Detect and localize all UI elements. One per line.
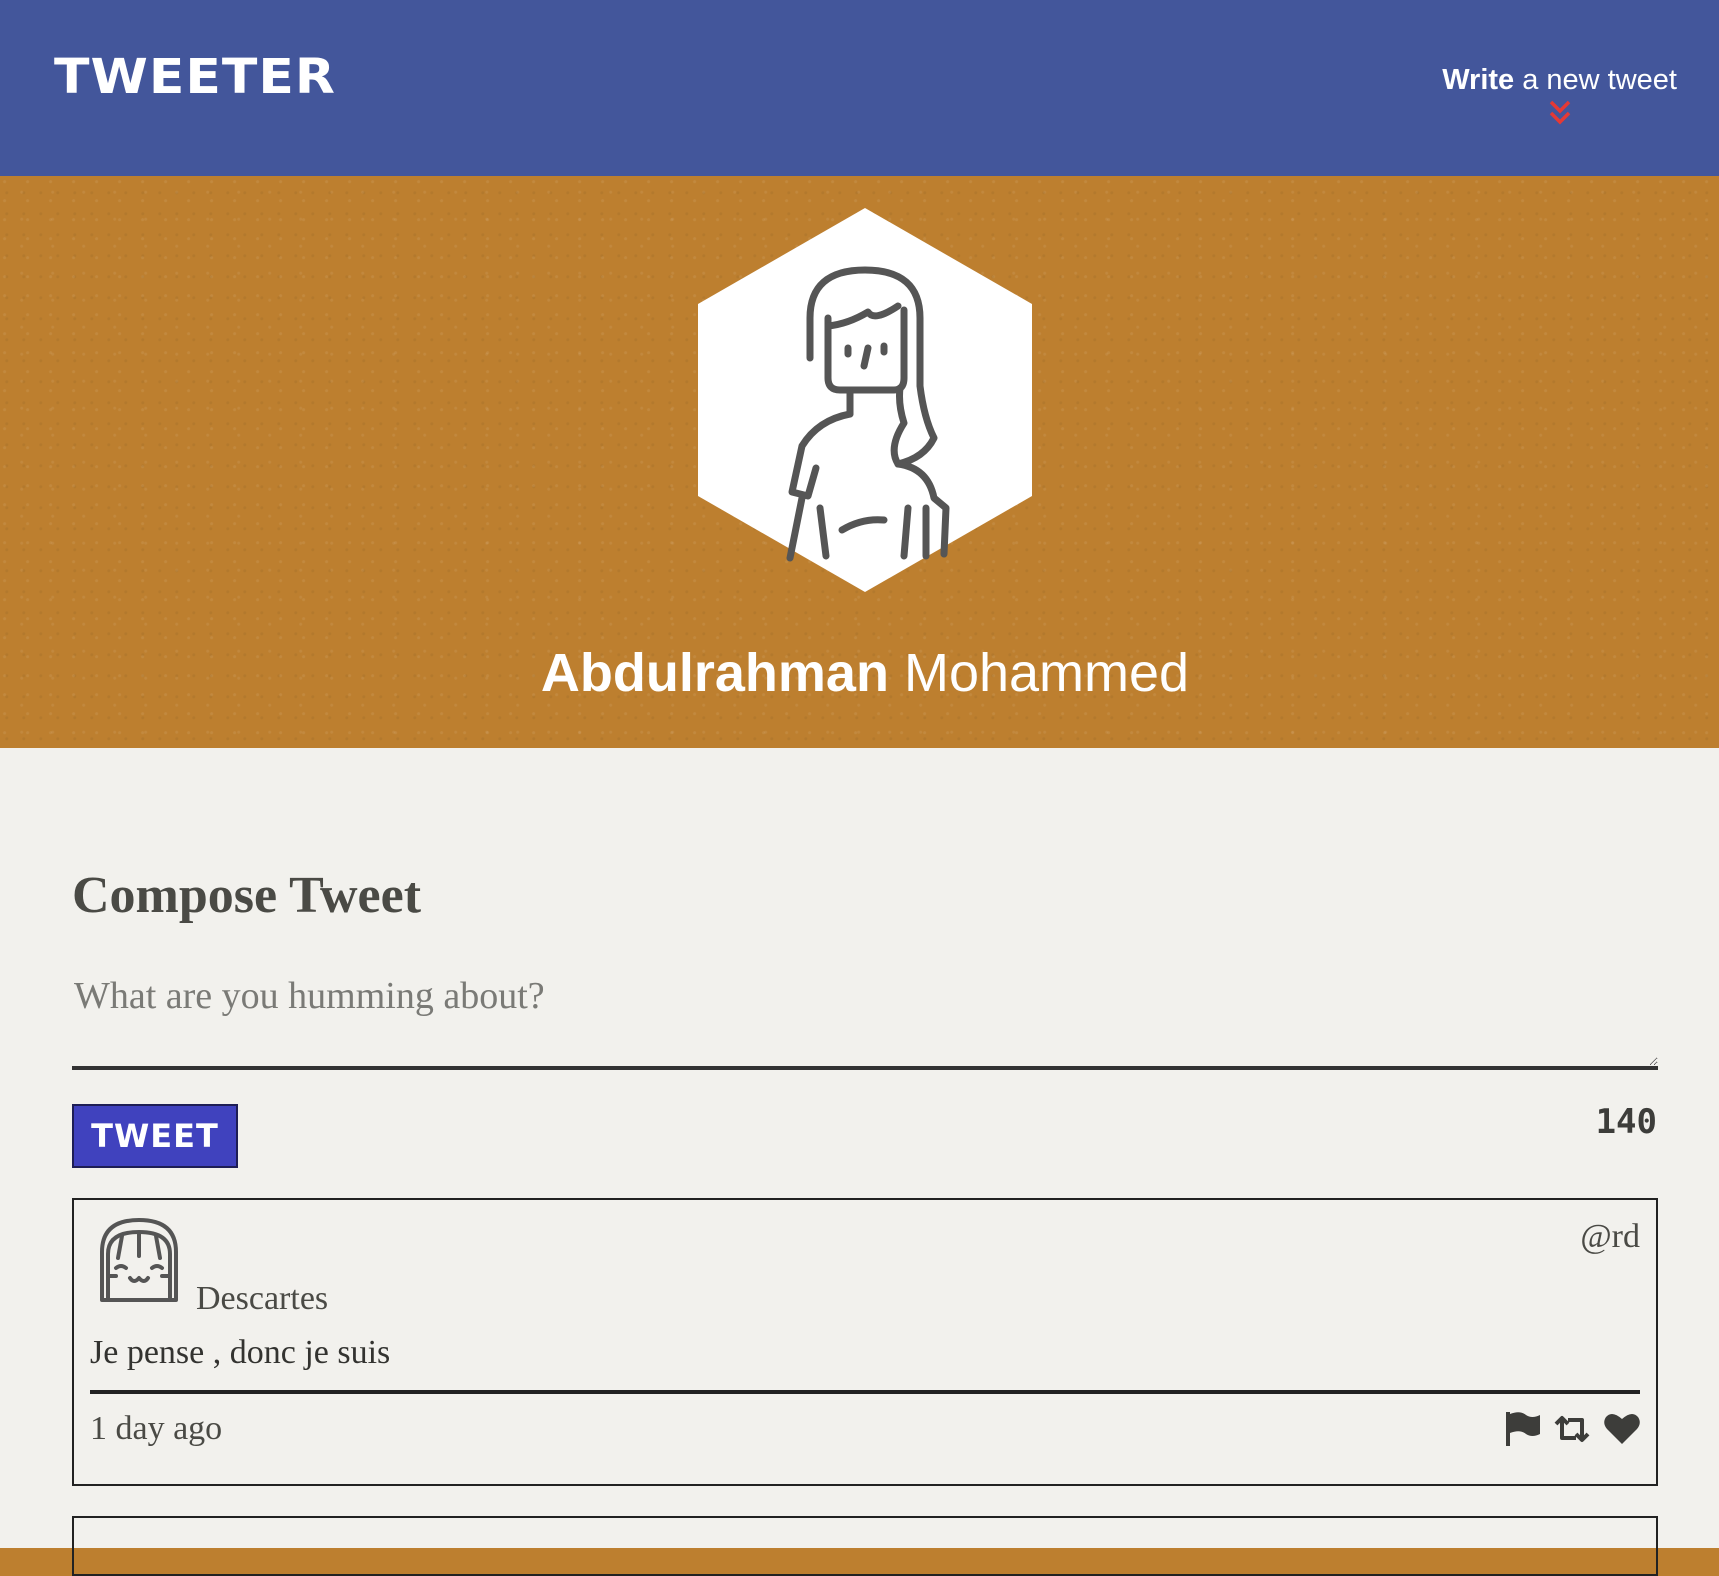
compose-title: Compose Tweet xyxy=(72,867,422,924)
profile-first-name: Abdulrahman xyxy=(540,643,889,703)
write-new-tweet-toggle[interactable]: Write a new tweet xyxy=(1442,64,1677,127)
user-avatar-icon xyxy=(100,1218,178,1302)
tweet-author-name: Descartes xyxy=(196,1280,329,1317)
tweet-card-partial xyxy=(72,1516,1658,1576)
tweet-submit-button[interactable]: TWEET xyxy=(72,1104,238,1168)
tweet-timestamp: 1 day ago xyxy=(90,1410,223,1447)
top-nav: TWEETER Write a new tweet xyxy=(0,0,1719,176)
person-avatar-icon xyxy=(698,208,1032,592)
tweet-text-input[interactable] xyxy=(72,966,1658,1070)
profile-last-name: Mohammed xyxy=(888,643,1190,703)
retweet-icon[interactable] xyxy=(1552,1410,1592,1448)
tweet-card: Descartes @rd Je pense , donc je suis 1 … xyxy=(72,1198,1658,1486)
tweet-content: Je pense , donc je suis xyxy=(90,1334,391,1371)
character-counter: 140 xyxy=(1595,1102,1657,1142)
tweet-actions xyxy=(1502,1410,1642,1448)
write-label-rest: a new tweet xyxy=(1514,64,1677,96)
tweet-divider xyxy=(90,1390,1640,1394)
profile-header: Abdulrahman Mohammed xyxy=(0,176,1719,748)
heart-icon[interactable] xyxy=(1602,1410,1642,1448)
tweet-author-handle: @rd xyxy=(1580,1218,1640,1255)
profile-name: Abdulrahman Mohammed xyxy=(0,642,1719,704)
main-container: Compose Tweet TWEET 140 Descartes @rd Je… xyxy=(0,748,1719,1576)
write-label-bold: Write xyxy=(1442,64,1515,96)
flag-icon[interactable] xyxy=(1502,1410,1542,1448)
brand-logo[interactable]: TWEETER xyxy=(54,50,336,105)
double-chevron-down-icon[interactable] xyxy=(1547,99,1573,127)
